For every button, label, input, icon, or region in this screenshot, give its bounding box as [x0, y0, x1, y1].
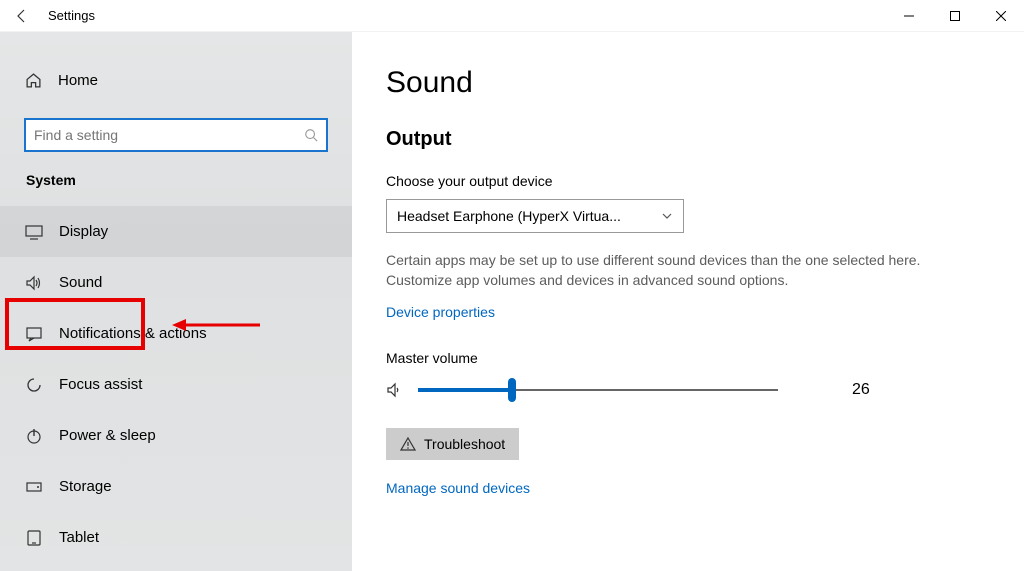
sidebar-item-power[interactable]: Power & sleep — [0, 410, 352, 461]
title-bar: Settings — [0, 0, 1024, 32]
tablet-icon — [25, 529, 43, 547]
volume-value: 26 — [852, 381, 870, 399]
sound-icon — [25, 274, 43, 292]
nav-list: Display Sound Notifications & actions Fo… — [0, 206, 352, 563]
back-button[interactable] — [0, 0, 44, 32]
home-label: Home — [58, 72, 98, 89]
display-icon — [25, 223, 43, 241]
sidebar-item-label: Tablet — [59, 529, 99, 546]
sidebar-item-sound[interactable]: Sound — [0, 257, 352, 308]
output-device-value: Headset Earphone (HyperX Virtua... — [397, 208, 621, 224]
search-input-container[interactable] — [24, 118, 328, 152]
main-content: Sound Output Choose your output device H… — [352, 32, 1024, 571]
troubleshoot-button[interactable]: Troubleshoot — [386, 428, 519, 460]
output-device-label: Choose your output device — [386, 173, 984, 189]
search-icon — [304, 128, 318, 142]
sidebar: Home System Display Sound — [0, 32, 352, 571]
sidebar-item-label: Display — [59, 223, 108, 240]
chevron-down-icon — [661, 210, 673, 222]
minimize-button[interactable] — [886, 0, 932, 32]
output-device-dropdown[interactable]: Headset Earphone (HyperX Virtua... — [386, 199, 684, 233]
focus-icon — [25, 376, 43, 394]
manage-sound-devices-link[interactable]: Manage sound devices — [386, 480, 530, 496]
sidebar-item-label: Power & sleep — [59, 427, 156, 444]
notifications-icon — [25, 325, 43, 343]
search-input[interactable] — [34, 127, 304, 143]
sidebar-item-label: Focus assist — [59, 376, 142, 393]
troubleshoot-label: Troubleshoot — [424, 436, 505, 452]
sidebar-item-label: Storage — [59, 478, 112, 495]
warning-icon — [400, 436, 416, 452]
sidebar-item-tablet[interactable]: Tablet — [0, 512, 352, 563]
annotation-arrow — [172, 315, 262, 335]
speaker-icon[interactable] — [386, 381, 404, 399]
output-heading: Output — [386, 128, 984, 151]
window-title: Settings — [48, 8, 95, 23]
power-icon — [25, 427, 43, 445]
master-volume-label: Master volume — [386, 350, 984, 366]
sidebar-item-label: Sound — [59, 274, 102, 291]
sidebar-item-home[interactable]: Home — [0, 60, 352, 100]
home-icon — [25, 72, 42, 89]
storage-icon — [25, 478, 43, 496]
page-title: Sound — [386, 66, 984, 100]
maximize-button[interactable] — [932, 0, 978, 32]
volume-slider[interactable] — [418, 378, 778, 402]
sidebar-item-focus[interactable]: Focus assist — [0, 359, 352, 410]
sidebar-item-storage[interactable]: Storage — [0, 461, 352, 512]
sidebar-category: System — [0, 172, 352, 188]
output-description: Certain apps may be set up to use differ… — [386, 251, 946, 290]
sidebar-item-display[interactable]: Display — [0, 206, 352, 257]
close-button[interactable] — [978, 0, 1024, 32]
device-properties-link[interactable]: Device properties — [386, 304, 495, 320]
